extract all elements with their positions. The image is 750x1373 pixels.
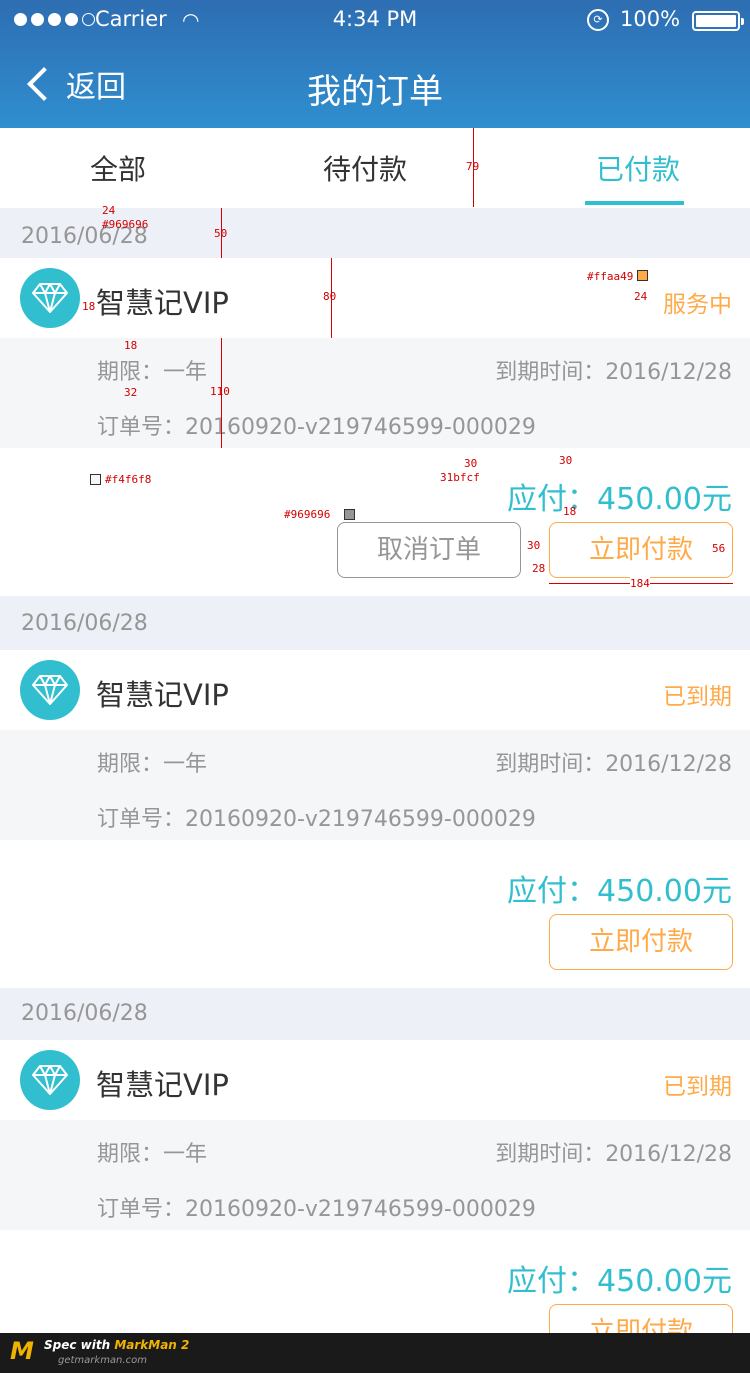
order-info: 期限：一年 到期时间：2016/12/28 订单号：20160920-v2197… (0, 338, 750, 448)
footer-url: getmarkman.com (58, 1355, 147, 1366)
pay-now-button[interactable]: 立即付款 (549, 914, 733, 970)
color-swatch (344, 509, 355, 520)
status-badge: 已到期 (663, 684, 732, 710)
order-expiry: 到期时间：2016/12/28 (495, 360, 732, 385)
active-tab-indicator (585, 201, 684, 205)
color-label: #969696 (102, 218, 149, 231)
order-number: 订单号：20160920-v219746599-000029 (97, 807, 536, 832)
color-label: 31bfcf (440, 471, 480, 484)
order-info: 期限：一年 到期时间：2016/12/28 订单号：20160920-v2197… (0, 1120, 750, 1230)
dimension-label: 32 (124, 386, 138, 399)
order-number: 订单号：20160920-v219746599-000029 (97, 415, 536, 440)
product-name: 智慧记VIP (96, 1068, 229, 1102)
dimension-label: 56 (712, 542, 726, 555)
color-swatch (90, 474, 101, 485)
order-number: 订单号：20160920-v219746599-000029 (97, 1197, 536, 1222)
dimension-label: 18 (124, 339, 138, 352)
battery-percent: 100% (620, 7, 681, 31)
order-actions: 应付：450.00元 立即付款 (0, 1230, 750, 1360)
color-label: #f4f6f8 (105, 473, 152, 486)
dimension-label: 24 (634, 290, 648, 303)
dimension-label: 28 (532, 562, 546, 575)
dimension-label: 30 (464, 457, 478, 470)
order-info: 期限：一年 到期时间：2016/12/28 订单号：20160920-v2197… (0, 730, 750, 840)
diamond-icon (20, 660, 80, 720)
diamond-icon (20, 1050, 80, 1110)
tab-paid[interactable]: 已付款 (596, 148, 680, 188)
order-term: 期限：一年 (97, 360, 208, 385)
order-date: 2016/06/28 (21, 1001, 148, 1026)
order-term: 期限：一年 (97, 752, 208, 777)
rotation-lock-icon: ⟳ (587, 9, 609, 31)
color-label: #969696 (284, 508, 331, 521)
tab-all[interactable]: 全部 (90, 148, 146, 188)
order-expiry: 到期时间：2016/12/28 (495, 752, 732, 777)
status-badge: 已到期 (663, 1074, 732, 1100)
order-amount: 应付：450.00元 (507, 482, 732, 517)
status-badge: 服务中 (663, 292, 732, 318)
cancel-order-button[interactable]: 取消订单 (337, 522, 521, 578)
nav-bar: 返回 我的订单 (0, 40, 750, 128)
dimension-label: 18 (563, 505, 577, 518)
dimension-label: 184 (630, 577, 650, 590)
tab-pending-payment[interactable]: 待付款 (323, 148, 407, 188)
status-bar: Carrier ◠ 4:34 PM ⟳ 100% (0, 0, 750, 40)
order-expiry: 到期时间：2016/12/28 (495, 1142, 732, 1167)
order-product-row[interactable]: 智慧记VIP 已到期 (0, 650, 750, 730)
dimension-label: 110 (210, 385, 230, 398)
dimension-label: 79 (466, 160, 480, 173)
order-tabs: 全部 待付款 已付款 (0, 128, 750, 208)
product-name: 智慧记VIP (96, 286, 229, 320)
order-date: 2016/06/28 (21, 611, 148, 636)
dimension-label: 50 (214, 227, 228, 240)
markman-logo-icon: M (10, 1337, 34, 1365)
app-header: Carrier ◠ 4:34 PM ⟳ 100% 返回 我的订单 (0, 0, 750, 128)
order-actions: 应付：450.00元 取消订单 立即付款 (0, 448, 750, 596)
diamond-icon (20, 268, 80, 328)
battery-icon (692, 11, 744, 31)
markman-footer: M Spec with MarkMan 2 getmarkman.com (0, 1333, 750, 1373)
color-label: #ffaa49 (587, 270, 634, 283)
page-title: 我的订单 (307, 72, 443, 112)
footer-brand: Spec with MarkMan 2 (44, 1338, 190, 1352)
order-term: 期限：一年 (97, 1142, 208, 1167)
order-amount: 应付：450.00元 (507, 874, 732, 909)
dimension-label: 18 (82, 300, 96, 313)
dimension-label: 80 (323, 290, 337, 303)
order-amount: 应付：450.00元 (507, 1264, 732, 1299)
dimension-label: 30 (527, 539, 541, 552)
product-name: 智慧记VIP (96, 678, 229, 712)
order-actions: 应付：450.00元 立即付款 (0, 840, 750, 988)
order-product-row[interactable]: 智慧记VIP 已到期 (0, 1040, 750, 1120)
pay-now-button[interactable]: 立即付款 (549, 522, 733, 578)
dimension-label: 30 (559, 454, 573, 467)
color-swatch (637, 270, 648, 281)
dimension-label: 24 (102, 204, 116, 217)
